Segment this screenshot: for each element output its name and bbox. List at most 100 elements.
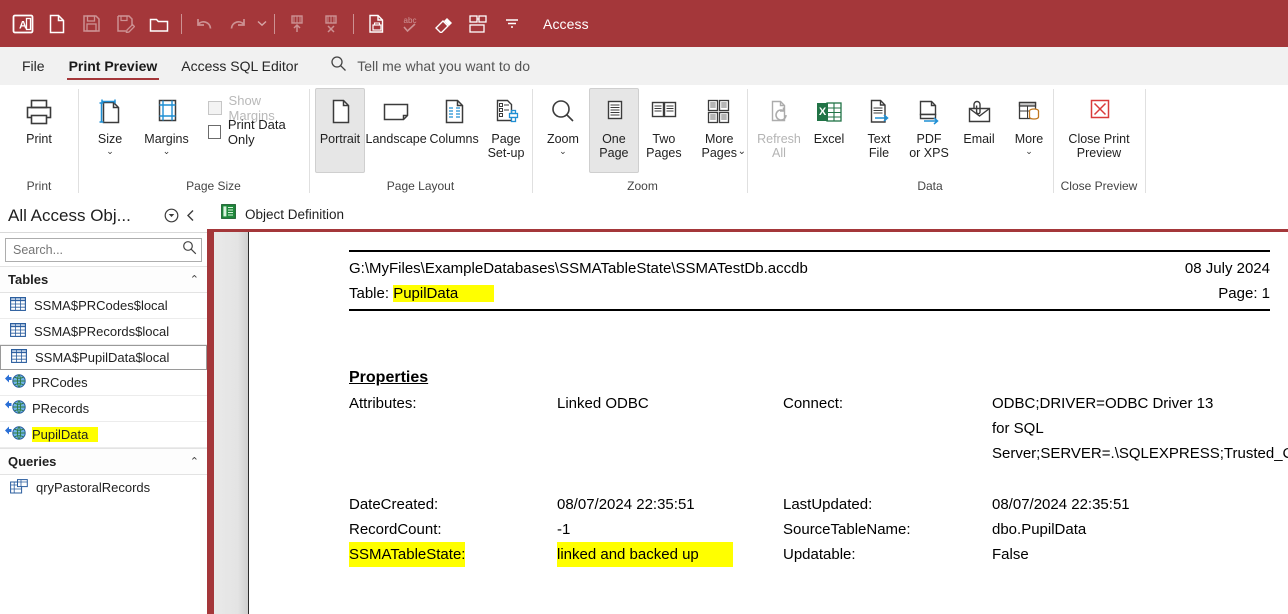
search-input[interactable]: [5, 238, 202, 262]
app-title: Access: [543, 15, 589, 32]
document-tab-object-definition[interactable]: Object Definition: [207, 199, 1288, 232]
sort-ascending-icon[interactable]: [280, 5, 314, 43]
lastupdated-value: 08/07/2024 22:35:51: [992, 496, 1130, 513]
print-button[interactable]: Print: [5, 88, 73, 148]
size-button[interactable]: Size ⌄: [85, 88, 135, 158]
checkbox-box: [207, 101, 222, 115]
two-pages-button[interactable]: Two Pages: [639, 88, 689, 162]
relationships-icon[interactable]: [461, 5, 495, 43]
redo-icon[interactable]: [221, 5, 255, 43]
email-button[interactable]: Email: [954, 88, 1004, 148]
ribbon-group-close-preview: Close Print Preview Close Preview: [1054, 85, 1144, 199]
two-pages-button-label: Two Pages: [646, 132, 682, 160]
nav-item-ssma-precords-local[interactable]: SSMA$PRecords$local: [0, 319, 207, 345]
print-data-only-checkbox[interactable]: Print Data Only: [206, 117, 308, 147]
nav-item-qrypastoralrecords[interactable]: qryPastoralRecords: [0, 475, 207, 500]
chevron-up-icon[interactable]: ⌃: [190, 273, 199, 286]
svg-text:X: X: [819, 106, 827, 118]
nav-item-ssma-prcodes-local[interactable]: SSMA$PRCodes$local: [0, 293, 207, 319]
magnifier-icon: [547, 92, 579, 132]
highlight-connector: [469, 542, 561, 564]
attributes-value: Linked ODBC: [557, 395, 649, 412]
dropdown-circle-icon[interactable]: [161, 208, 181, 223]
nav-group-queries[interactable]: Queries ⌃: [0, 448, 207, 475]
page-setup-button[interactable]: Page Set-up: [481, 88, 531, 162]
columns-button-label: Columns: [429, 132, 479, 146]
linked-table-icon: [4, 425, 28, 444]
sort-descending-icon[interactable]: [314, 5, 348, 43]
chevron-left-icon[interactable]: [181, 209, 201, 222]
nav-group-tables-label: Tables: [8, 272, 49, 287]
navigation-pane-header: All Access Obj...: [0, 199, 207, 233]
chevron-down-icon[interactable]: ⌄: [1025, 147, 1033, 156]
tell-me-box[interactable]: Tell me what you want to do: [330, 55, 530, 77]
header-rule-bottom: [349, 309, 1270, 311]
print-preview-icon[interactable]: [359, 5, 393, 43]
excel-button[interactable]: X Excel: [804, 88, 854, 148]
updatable-label: Updatable:: [783, 546, 856, 563]
nav-item-precords[interactable]: PRecords: [0, 396, 207, 422]
refresh-all-button[interactable]: Refresh All: [754, 88, 804, 162]
chevron-down-icon[interactable]: ⌄: [106, 147, 114, 156]
ribbon: Print Print Size ⌄ Margins ⌄ Show Margin…: [0, 85, 1288, 200]
zoom-button-label: Zoom: [546, 132, 579, 146]
chevron-down-icon[interactable]: ⌄: [559, 147, 567, 156]
lastupdated-label: LastUpdated:: [783, 496, 873, 513]
save-icon[interactable]: [74, 5, 108, 43]
save-as-icon[interactable]: [108, 5, 142, 43]
search-input-field[interactable]: [11, 242, 182, 258]
search-icon: [330, 55, 347, 77]
close-print-preview-button[interactable]: Close Print Preview: [1054, 88, 1144, 162]
landscape-button[interactable]: Landscape: [365, 88, 427, 148]
open-folder-icon[interactable]: [142, 5, 176, 43]
nav-item-prcodes[interactable]: PRCodes: [0, 370, 207, 396]
customize-qat-icon[interactable]: [495, 5, 529, 43]
nav-group-tables[interactable]: Tables ⌃: [0, 266, 207, 293]
close-x-icon: [1083, 92, 1115, 132]
ribbon-group-page-layout-label: Page Layout: [386, 179, 455, 194]
properties-section: Properties: [349, 369, 1270, 387]
more-pages-chevron-down-icon[interactable]: ⌄: [738, 146, 746, 157]
one-page-button[interactable]: One Page: [588, 88, 639, 173]
page-setup-button-label: Page Set-up: [487, 132, 525, 160]
more-data-button-label: More: [1014, 132, 1044, 146]
redo-dropdown-icon[interactable]: [255, 5, 269, 43]
pdf-xps-icon: [913, 92, 945, 132]
columns-button[interactable]: Columns: [427, 88, 481, 148]
document-tab-label: Object Definition: [245, 206, 345, 222]
print-preview-scroll-area[interactable]: G:\MyFiles\ExampleDatabases\SSMATableSta…: [207, 232, 1288, 614]
margins-button[interactable]: Margins ⌄: [135, 88, 198, 158]
spelling-icon[interactable]: abc: [393, 5, 427, 43]
landscape-icon: [380, 92, 412, 132]
search-icon[interactable]: [182, 240, 197, 260]
tab-print-preview[interactable]: Print Preview: [57, 47, 170, 85]
ssmatablestate-value: linked and backed up: [557, 542, 733, 567]
text-file-button[interactable]: Text File: [854, 88, 904, 162]
more-data-button[interactable]: More ⌄: [1004, 88, 1054, 158]
portrait-button[interactable]: Portrait: [315, 88, 365, 173]
pdf-or-xps-button[interactable]: PDF or XPS: [904, 88, 954, 162]
datecreated-value: 08/07/2024 22:35:51: [557, 496, 695, 513]
nav-item-ssma-pupildata-local[interactable]: SSMA$PupilData$local: [0, 345, 207, 370]
tab-file[interactable]: File: [10, 47, 57, 85]
new-file-icon[interactable]: [40, 5, 74, 43]
datecreated-label: DateCreated:: [349, 496, 439, 513]
zoom-button[interactable]: Zoom ⌄: [537, 88, 589, 158]
header-rule-top: [349, 250, 1270, 252]
linked-table-icon: [4, 399, 28, 418]
margins-icon: [151, 92, 183, 132]
more-data-icon: [1013, 92, 1045, 132]
format-painter-icon[interactable]: [427, 5, 461, 43]
nav-item-label: qryPastoralRecords: [36, 480, 151, 495]
sourcetablename-value: dbo.PupilData: [992, 521, 1087, 538]
document-area: Object Definition G:\MyFiles\ExampleData…: [207, 199, 1288, 614]
chevron-up-icon[interactable]: ⌃: [190, 455, 199, 468]
portrait-button-label: Portrait: [319, 132, 361, 146]
nav-item-pupildata[interactable]: PupilData: [0, 422, 207, 448]
chevron-down-icon[interactable]: ⌄: [163, 147, 171, 156]
updatable-value: False: [992, 546, 1029, 563]
undo-icon[interactable]: [187, 5, 221, 43]
size-button-label: Size: [97, 132, 123, 146]
tab-access-sql-editor[interactable]: Access SQL Editor: [169, 47, 310, 85]
checkbox-box: [207, 125, 221, 139]
